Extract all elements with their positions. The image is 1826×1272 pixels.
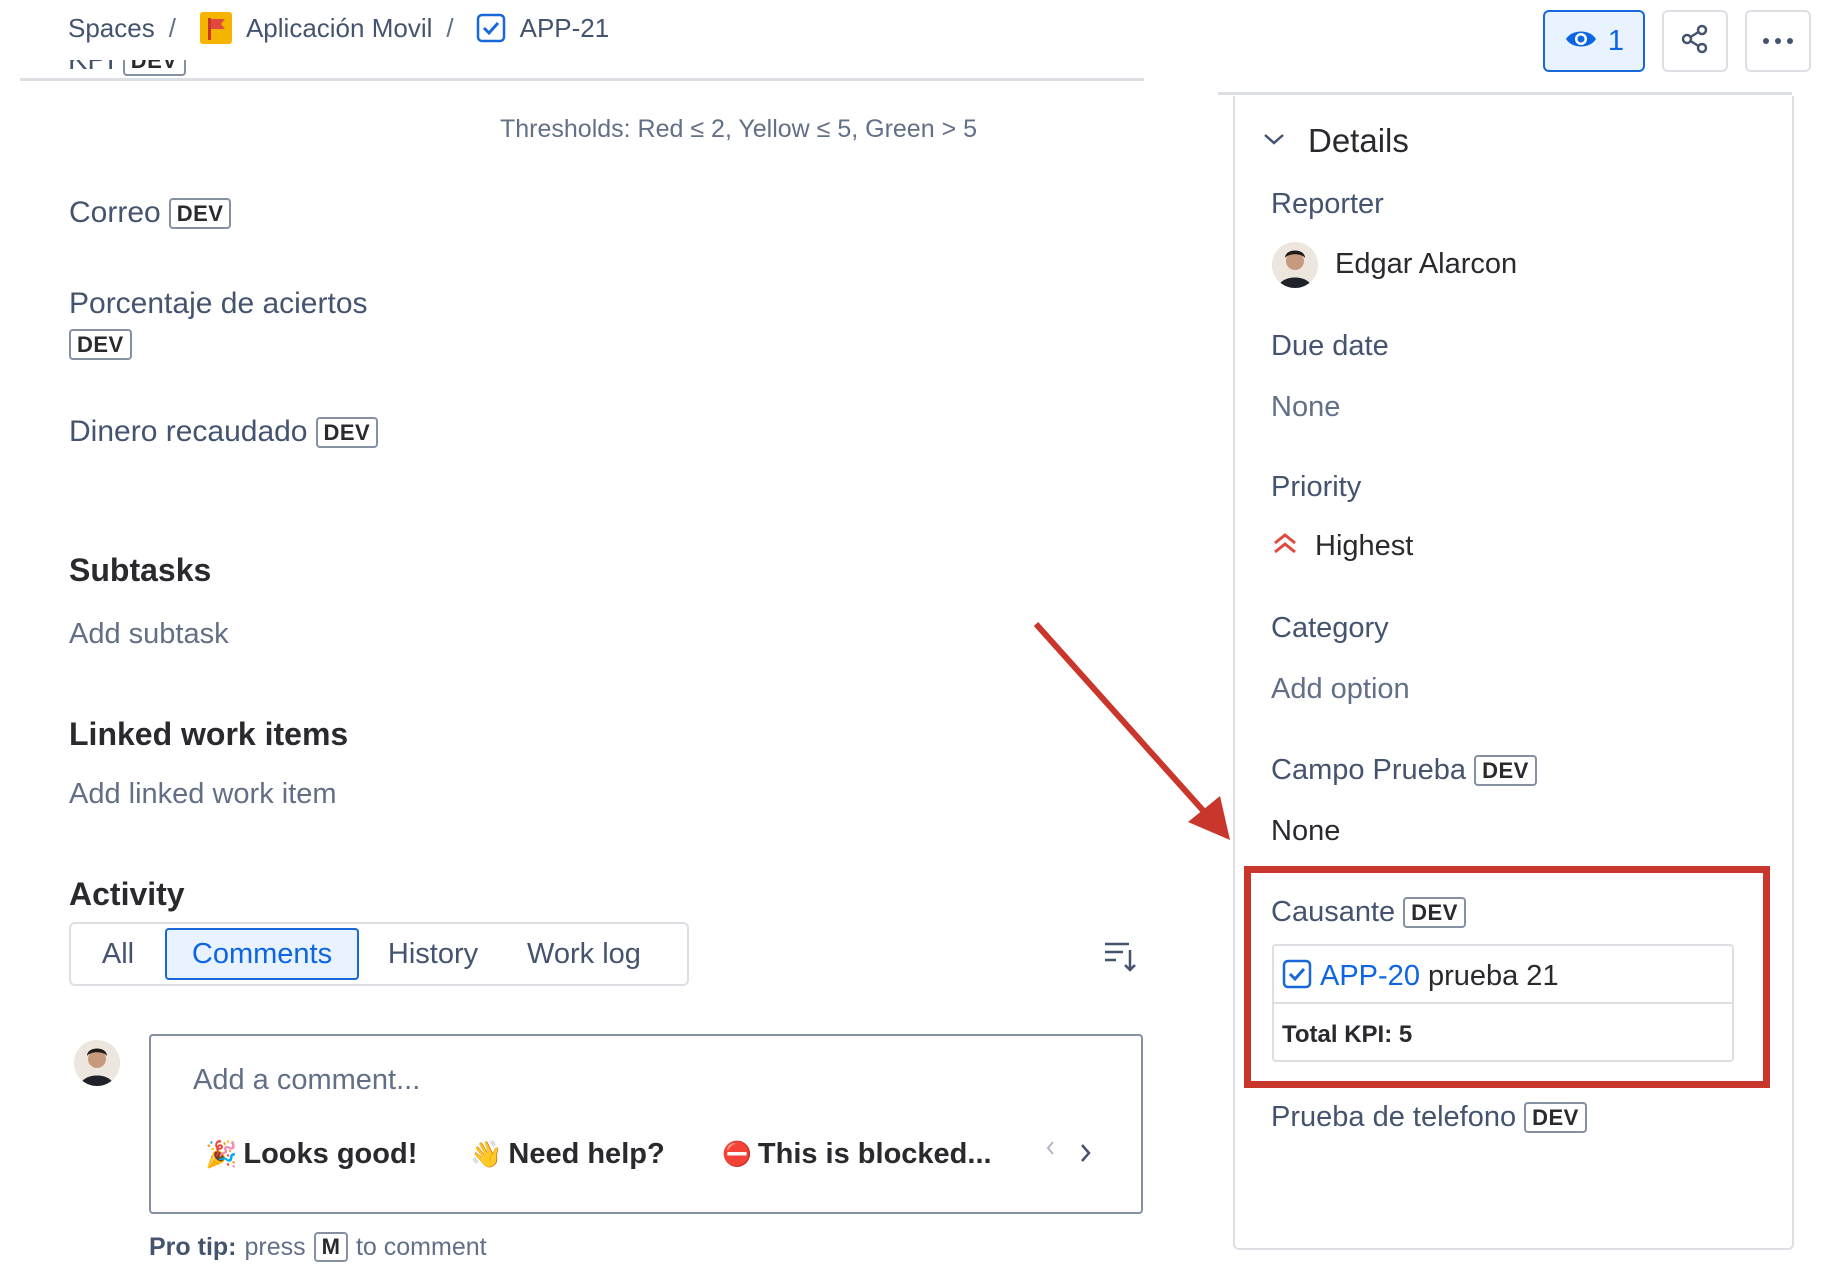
activity-title: Activity [69,876,185,912]
share-icon [1680,24,1710,59]
comment-box[interactable]: Add a comment... [149,1034,1143,1214]
quick-reply-blocked[interactable]: ⛔ This is blocked... [722,1138,992,1171]
tab-history[interactable]: History [371,928,495,980]
wave-emoji: 👋 [470,1139,503,1169]
chips-prev-button[interactable] [1044,1138,1064,1168]
dev-badge: DEV [1474,755,1537,786]
field-correo[interactable]: Correo DEV [69,196,232,230]
breadcrumb-spaces[interactable]: Spaces [68,13,155,44]
breadcrumb-issue[interactable]: APP-21 [520,13,610,44]
breadcrumb-separator: / [446,12,454,43]
quick-reply-looks-good[interactable]: 🎉 Looks good! [205,1138,417,1171]
activity-tabs: All Comments History Work log [69,922,689,986]
field-label: Correo [69,196,161,229]
quick-reply-need-help[interactable]: 👋 Need help? [470,1138,665,1171]
field-label: Porcentaje de aciertos [69,287,368,320]
causante-card-divider [1274,1002,1732,1004]
campo-prueba-label: Campo Prueba DEV [1271,754,1537,787]
dev-badge: DEV [1403,897,1466,928]
add-subtask-button[interactable]: Add subtask [69,618,229,651]
chevron-right-icon [1078,1144,1094,1170]
dev-badge: DEV [168,197,232,229]
dev-badge: DEV [69,329,132,360]
causante-card: APP-20 prueba 21 Total KPI: 5 [1272,944,1734,1062]
reporter-avatar [1272,242,1318,288]
comment-input[interactable]: Add a comment... [193,1064,420,1097]
field-dinero[interactable]: Dinero recaudado DEV [69,415,379,449]
dev-badge: DEV [1524,1102,1587,1133]
breadcrumb-project[interactable]: Aplicación Movil [246,13,432,44]
category-add-option[interactable]: Add option [1271,673,1410,706]
field-porcentaje[interactable]: Porcentaje de aciertos DEV [69,287,368,360]
chevron-left-icon [1044,1141,1056,1162]
campo-prueba-value[interactable]: None [1271,815,1340,848]
sort-icon [1102,942,1138,978]
priority-highest-icon [1271,531,1299,562]
reporter-label: Reporter [1271,188,1384,220]
sort-button[interactable] [1102,938,1138,974]
subtasks-title: Subtasks [69,552,212,588]
red-arrow-annotation [1033,621,1230,840]
priority-label: Priority [1271,471,1362,503]
details-header[interactable]: Details [1262,122,1409,160]
dev-badge: DEV [315,416,379,448]
header-divider [20,78,1144,81]
eye-icon [1564,27,1598,56]
add-linked-item-button[interactable]: Add linked work item [69,778,337,811]
due-date-value[interactable]: None [1271,391,1340,424]
causante-link[interactable]: APP-20 prueba 21 [1282,956,1559,996]
causante-label: Causante DEV [1271,896,1466,929]
watch-count: 1 [1607,24,1625,57]
breadcrumb: Spaces / Aplicación Movil / APP-21 [68,8,609,48]
chips-next-button[interactable] [1078,1140,1102,1170]
more-actions-button[interactable] [1745,10,1811,72]
breadcrumb-separator: / [168,12,176,43]
prueba-telefono-label: Prueba de telefono DEV [1271,1101,1587,1134]
category-label: Category [1271,612,1389,644]
tab-work-log[interactable]: Work log [507,928,661,980]
user-avatar [74,1040,120,1086]
priority-value[interactable]: Highest [1271,530,1413,563]
more-icon [1761,32,1795,50]
task-icon [1282,959,1312,994]
task-icon [476,13,506,43]
keyboard-key: M [313,1232,348,1262]
pro-tip: Pro tip: press M to comment [149,1232,487,1262]
total-kpi: Total KPI: 5 [1282,1021,1413,1048]
no-entry-emoji: ⛔ [722,1141,752,1168]
party-emoji: 🎉 [205,1139,238,1169]
field-label: Dinero recaudado [69,415,308,448]
tab-comments[interactable]: Comments [165,928,359,980]
kpi-thresholds: Thresholds: Red ≤ 2, Yellow ≤ 5, Green >… [500,115,978,143]
details-top-border [1218,92,1792,95]
chevron-down-icon [1262,131,1286,152]
details-title: Details [1308,122,1409,159]
reporter-name[interactable]: Edgar Alarcon [1335,248,1517,281]
tab-all[interactable]: All [83,928,153,980]
watch-button[interactable]: 1 [1543,10,1645,72]
linked-items-title: Linked work items [69,716,349,752]
due-date-label: Due date [1271,330,1389,362]
share-button[interactable] [1662,10,1728,72]
project-icon [199,12,232,44]
